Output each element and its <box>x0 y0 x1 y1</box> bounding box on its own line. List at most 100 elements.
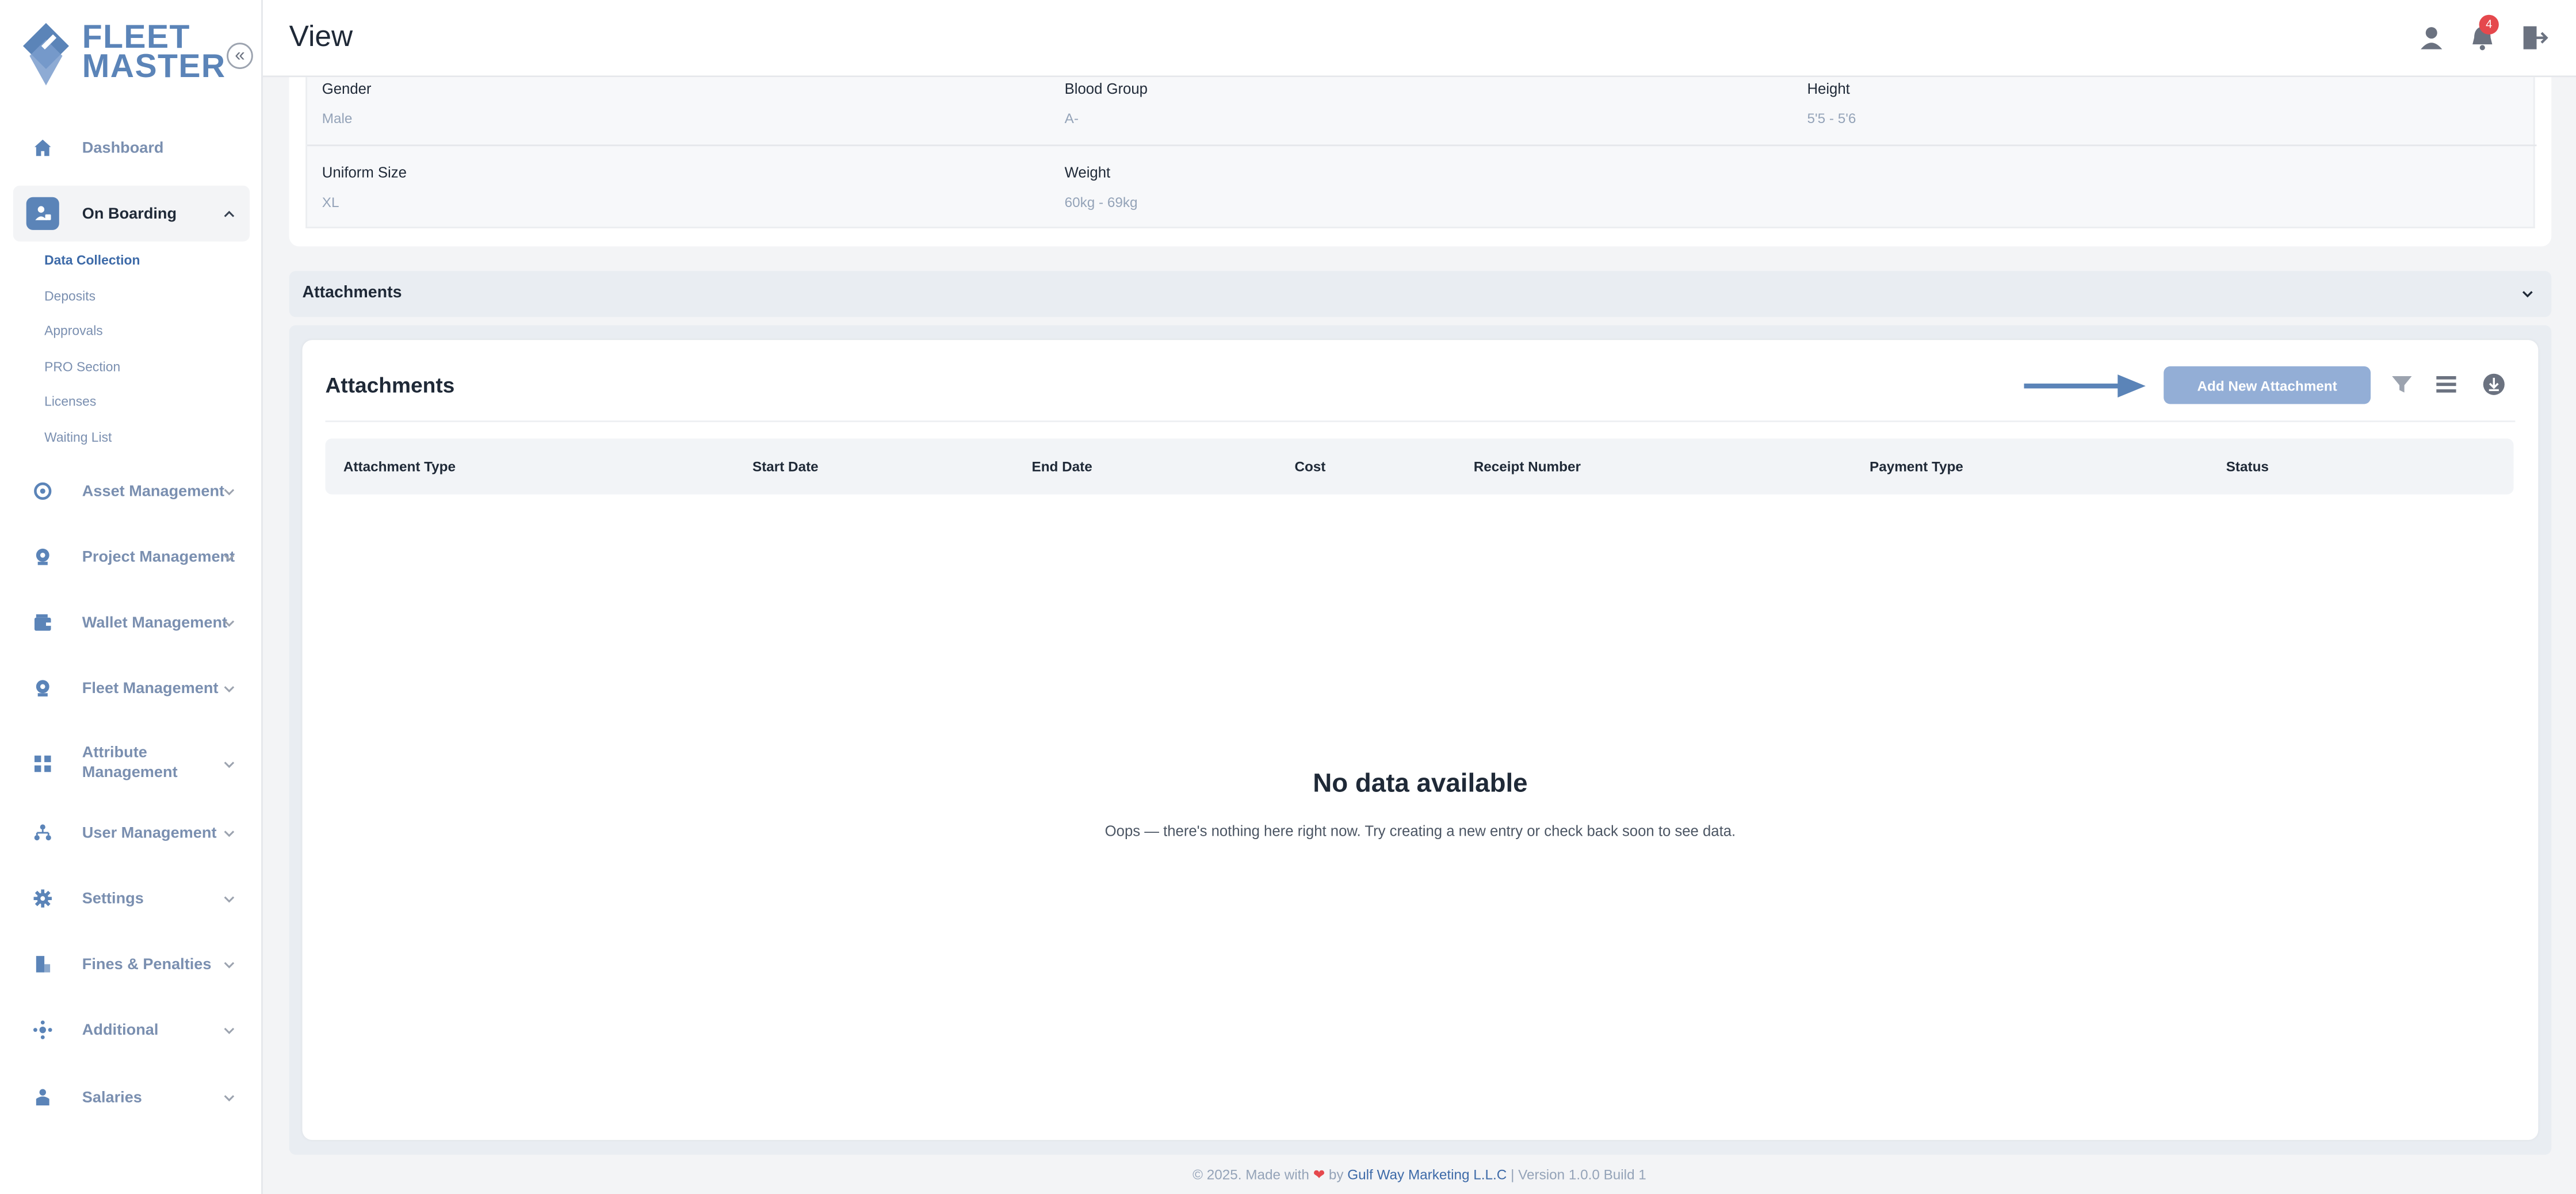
sidebar-item-salaries[interactable]: Salaries <box>13 1071 250 1123</box>
personal-info-grid: Gender Male Blood Group A- Height 5'5 - … <box>305 77 2537 228</box>
sidebar-item-settings[interactable]: Settings <box>13 872 250 924</box>
sidebar-item-fleet-management[interactable]: Fleet Management <box>13 662 250 714</box>
logo-text: FLEET MASTER <box>82 20 226 84</box>
logout-icon[interactable] <box>2518 23 2548 52</box>
top-header: View 4 <box>262 0 2576 78</box>
height-label: Height <box>1807 80 1850 97</box>
onboarding-icon <box>26 197 59 230</box>
sidebar-item-fines-penalties[interactable]: Fines & Penalties <box>13 938 250 990</box>
notification-badge: 4 <box>2479 14 2499 35</box>
chevron-down-icon <box>224 1095 235 1102</box>
footer-copyright: © 2025. Made with <box>1193 1166 1309 1183</box>
user-icon[interactable] <box>2417 23 2446 52</box>
chevron-down-icon <box>224 831 235 837</box>
column-header-start-date[interactable]: Start Date <box>752 458 819 475</box>
fleet-icon <box>26 672 59 705</box>
salaries-icon <box>26 1081 59 1113</box>
footer-company-link[interactable]: Gulf Way Marketing L.L.C <box>1347 1166 1507 1183</box>
collapse-sidebar-button[interactable]: « <box>227 43 253 69</box>
sidebar-subitem-approvals[interactable]: Approvals <box>44 324 103 339</box>
blood-group-label: Blood Group <box>1064 80 1148 97</box>
column-header-status[interactable]: Status <box>2226 458 2269 475</box>
download-icon[interactable] <box>2482 373 2505 396</box>
sidebar-item-label: Dashboard <box>82 139 164 157</box>
filter-icon[interactable] <box>2390 373 2413 396</box>
weight-label: Weight <box>1064 164 1111 181</box>
uniform-size-value: XL <box>322 193 339 211</box>
empty-state-message: Oops — there's nothing here right now. T… <box>1104 822 1736 840</box>
chevron-down-icon <box>224 489 235 496</box>
fines-icon <box>26 948 59 981</box>
asset-icon <box>26 474 59 507</box>
sidebar-subitem-waiting-list[interactable]: Waiting List <box>44 430 112 445</box>
attachments-card: Attachments Add New Attachment Attachmen… <box>302 340 2539 1140</box>
sidebar-item-wallet-management[interactable]: Wallet Management <box>13 596 250 649</box>
empty-state-title: No data available <box>1313 770 1528 798</box>
project-icon <box>26 541 59 573</box>
chevron-down-icon <box>224 896 235 903</box>
footer-version: | Version 1.0.0 Build 1 <box>1511 1166 1646 1183</box>
chevron-down-icon <box>224 1027 235 1034</box>
gender-value: Male <box>322 110 353 127</box>
columns-icon[interactable] <box>2434 373 2457 396</box>
chevron-down-icon <box>224 554 235 561</box>
column-header-receipt-number[interactable]: Receipt Number <box>1474 458 1581 475</box>
sidebar-item-label: On Boarding <box>82 204 177 223</box>
column-header-attachment-type[interactable]: Attachment Type <box>343 458 456 475</box>
footer: © 2025. Made with ❤ by Gulf Way Marketin… <box>263 1166 2576 1184</box>
logo-diamond-icon <box>22 22 69 86</box>
sidebar-item-label-line-1: Attribute <box>82 743 147 761</box>
card-divider <box>325 420 2516 422</box>
sidebar-item-label: Asset Management <box>82 482 225 500</box>
page-title: View <box>289 20 353 53</box>
footer-by: by <box>1328 1166 1344 1183</box>
gear-icon <box>26 882 59 915</box>
attribute-icon <box>26 747 59 780</box>
attachments-accordion[interactable]: Attachments <box>289 271 2552 317</box>
sidebar-item-label: Additional <box>82 1020 159 1039</box>
additional-icon <box>26 1013 59 1046</box>
sidebar-item-dashboard[interactable]: Dashboard <box>13 121 250 174</box>
chevron-down-icon <box>224 761 235 768</box>
sidebar-subitem-licenses[interactable]: Licenses <box>44 394 96 409</box>
column-header-end-date[interactable]: End Date <box>1032 458 1092 475</box>
sidebar-item-label: Attribute Management <box>82 743 178 784</box>
info-divider <box>307 144 2537 147</box>
wallet-icon <box>26 606 59 639</box>
attachments-table-header: Attachment Type Start Date End Date Cost… <box>325 438 2514 495</box>
sidebar-item-additional[interactable]: Additional <box>13 1004 250 1056</box>
heart-icon: ❤ <box>1313 1166 1325 1183</box>
uniform-size-label: Uniform Size <box>322 164 407 181</box>
chevron-down-icon <box>224 686 235 692</box>
chevron-down-icon <box>224 620 235 627</box>
sidebar-item-label: Settings <box>82 889 144 908</box>
blood-group-value: A- <box>1064 110 1079 127</box>
arrow-right-icon <box>2024 374 2146 398</box>
sidebar-item-project-management[interactable]: Project Management <box>13 530 250 583</box>
sidebar-subitem-pro-section[interactable]: PRO Section <box>44 359 120 374</box>
sidebar-item-label: Fines & Penalties <box>82 955 212 974</box>
fleet-master-logo[interactable]: FLEET MASTER <box>22 20 225 92</box>
chevron-down-icon <box>2522 291 2533 298</box>
sidebar-subitem-deposits[interactable]: Deposits <box>44 289 95 304</box>
column-header-payment-type[interactable]: Payment Type <box>1870 458 1963 475</box>
attachments-heading: Attachments <box>325 373 455 398</box>
sidebar-item-asset-management[interactable]: Asset Management <box>13 465 250 517</box>
sidebar-item-label-line-2: Management <box>82 763 178 782</box>
column-header-cost[interactable]: Cost <box>1294 458 1325 475</box>
sidebar-item-label: User Management <box>82 824 217 842</box>
add-new-attachment-button[interactable]: Add New Attachment <box>2164 366 2371 404</box>
sidebar-item-user-management[interactable]: User Management <box>13 806 250 859</box>
sidebar-item-on-boarding[interactable]: On Boarding <box>13 185 250 242</box>
gender-label: Gender <box>322 80 372 97</box>
sidebar-item-label: Wallet Management <box>82 613 228 632</box>
sidebar: FLEET MASTER « Dashboard On Boarding Dat… <box>0 0 263 1194</box>
accordion-title: Attachments <box>302 284 402 303</box>
sidebar-item-attribute-management[interactable]: Attribute Management <box>13 736 250 791</box>
chevron-up-icon <box>224 211 235 217</box>
height-value: 5'5 - 5'6 <box>1807 110 1856 127</box>
logo-line-1: FLEET <box>82 20 190 56</box>
sidebar-subitem-data-collection[interactable]: Data Collection <box>44 253 140 268</box>
double-chevron-left-icon: « <box>235 45 245 65</box>
users-icon <box>26 816 59 849</box>
